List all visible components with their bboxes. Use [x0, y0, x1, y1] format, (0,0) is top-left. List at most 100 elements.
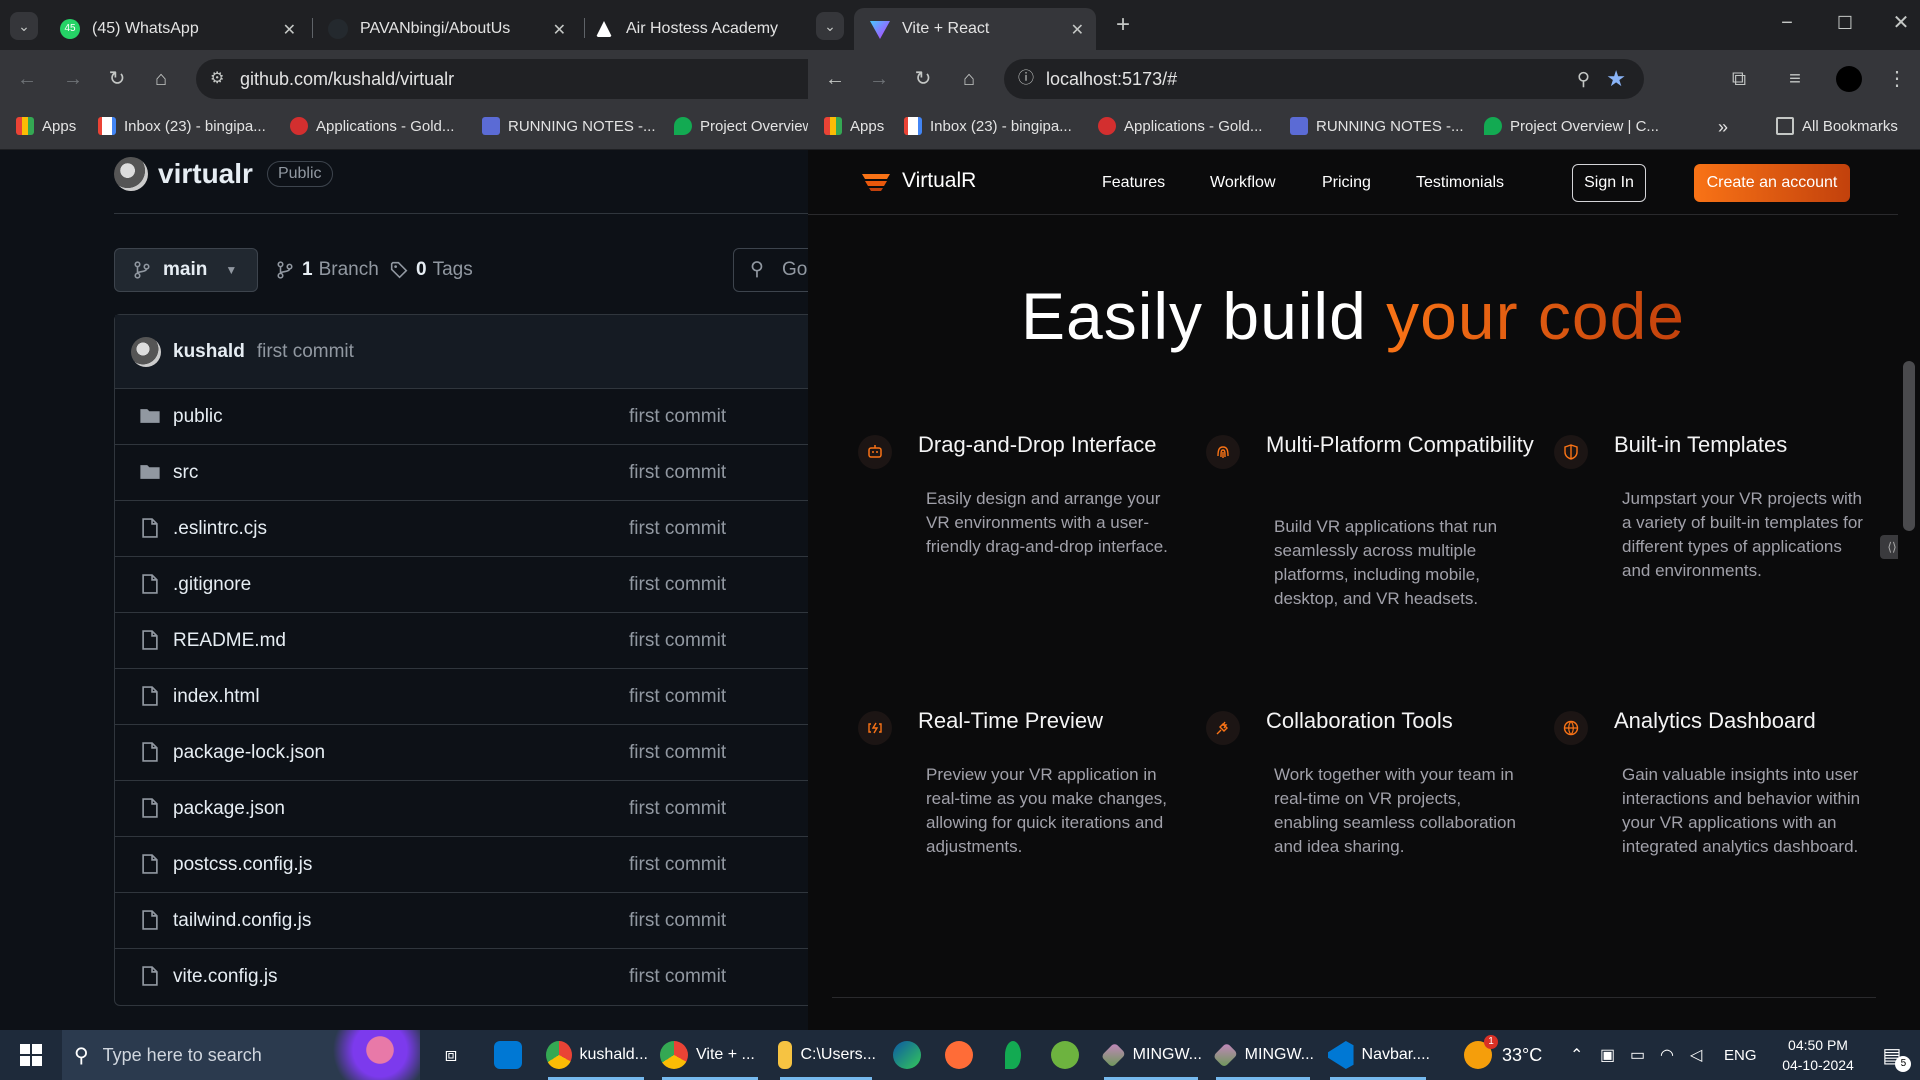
volume-icon[interactable]: ◁	[1690, 1030, 1702, 1080]
new-tab-icon[interactable]: +	[1110, 12, 1136, 38]
scrollbar-thumb[interactable]	[1903, 361, 1915, 531]
file-name[interactable]: vite.config.js	[173, 966, 278, 988]
notification-center[interactable]: ▤ 5	[1870, 1030, 1914, 1080]
file-commit-message[interactable]: first commit	[629, 854, 726, 876]
table-row[interactable]: README.md first commit	[115, 613, 808, 669]
file-commit-message[interactable]: first commit	[629, 462, 726, 484]
table-row[interactable]: package.json first commit	[115, 781, 808, 837]
file-name[interactable]: index.html	[173, 686, 260, 708]
all-bookmarks[interactable]: All Bookmarks	[1776, 117, 1898, 135]
bookmark-apps[interactable]: Apps	[824, 117, 884, 135]
bookmark-apps[interactable]: Apps	[16, 117, 76, 135]
bookmark-project-overview[interactable]: Project Overview	[674, 117, 808, 135]
close-window-icon[interactable]: ✕	[1888, 10, 1914, 36]
commit-author[interactable]: kushald	[173, 341, 245, 363]
bookmark-inbox[interactable]: Inbox (23) - bingipa...	[904, 117, 1072, 135]
bookmark-star-icon[interactable]: ★	[1606, 59, 1626, 99]
store-icon[interactable]	[492, 1030, 524, 1080]
table-row[interactable]: tailwind.config.js first commit	[115, 893, 808, 949]
table-row[interactable]: public first commit	[115, 389, 808, 445]
file-commit-message[interactable]: first commit	[629, 686, 726, 708]
page-scrollbar[interactable]	[1898, 151, 1920, 1030]
weather-widget[interactable]: 1 33°C	[1464, 1030, 1558, 1080]
file-name[interactable]: postcss.config.js	[173, 854, 312, 876]
file-name[interactable]: README.md	[173, 630, 286, 652]
tags-link[interactable]: 0 Tags	[390, 259, 473, 281]
table-row[interactable]: postcss.config.js first commit	[115, 837, 808, 893]
tab-vite-react[interactable]: Vite + React ✕	[854, 8, 1096, 50]
back-icon[interactable]: ←	[822, 66, 848, 92]
bookmark-applications[interactable]: Applications - Gold...	[1098, 117, 1262, 135]
task-view-icon[interactable]: ⧈	[436, 1030, 466, 1080]
file-commit-message[interactable]: first commit	[629, 574, 726, 596]
file-name[interactable]: src	[173, 462, 198, 484]
file-commit-message[interactable]: first commit	[629, 630, 726, 652]
bookmark-running-notes[interactable]: RUNNING NOTES -...	[482, 117, 656, 135]
show-hidden-icons-icon[interactable]: ⌃	[1570, 1030, 1583, 1080]
avatar[interactable]	[131, 336, 161, 367]
file-commit-message[interactable]: first commit	[629, 518, 726, 540]
wifi-icon[interactable]: ◠	[1660, 1030, 1674, 1080]
file-commit-message[interactable]: first commit	[629, 406, 726, 428]
file-commit-message[interactable]: first commit	[629, 798, 726, 820]
home-icon[interactable]: ⌂	[148, 66, 174, 92]
file-commit-message[interactable]: first commit	[629, 742, 726, 764]
file-name[interactable]: package.json	[173, 798, 285, 820]
reload-icon[interactable]: ↻	[104, 66, 130, 92]
extensions-icon[interactable]: ⧉	[1726, 66, 1752, 92]
meet-now-icon[interactable]: ▣	[1600, 1030, 1615, 1080]
menu-dots-icon[interactable]: ⋮	[1884, 66, 1910, 92]
bookmark-project-overview[interactable]: Project Overview | C...	[1484, 117, 1659, 135]
bookmark-applications[interactable]: Applications - Gold...	[290, 117, 454, 135]
home-icon[interactable]: ⌂	[956, 66, 982, 92]
more-bookmarks-icon[interactable]: »	[1718, 117, 1728, 138]
file-name[interactable]: package-lock.json	[173, 742, 325, 764]
create-account-button[interactable]: Create an account	[1694, 164, 1850, 202]
table-row[interactable]: .gitignore first commit	[115, 557, 808, 613]
maximize-icon[interactable]: ☐	[1832, 10, 1858, 36]
address-bar[interactable]: ⚙ github.com/kushald/virtualr	[196, 59, 808, 99]
brand[interactable]: VirtualR	[860, 169, 976, 193]
zoom-icon[interactable]: ⚲	[1577, 59, 1590, 99]
language-indicator[interactable]: ENG	[1724, 1030, 1757, 1080]
nav-pricing[interactable]: Pricing	[1322, 174, 1371, 192]
bookmark-running-notes[interactable]: RUNNING NOTES -...	[1290, 117, 1464, 135]
taskbar-app-explorer[interactable]: C:\Users...	[776, 1030, 876, 1080]
close-tab-icon[interactable]: ✕	[553, 20, 566, 40]
avatar[interactable]	[114, 157, 148, 191]
close-tab-icon[interactable]: ✕	[1071, 20, 1084, 40]
nav-testimonials[interactable]: Testimonials	[1416, 174, 1504, 192]
nav-workflow[interactable]: Workflow	[1210, 174, 1276, 192]
postman-icon[interactable]	[944, 1030, 974, 1080]
table-row[interactable]: src first commit	[115, 445, 808, 501]
file-name[interactable]: tailwind.config.js	[173, 910, 311, 932]
branches-link[interactable]: 1 Branch	[276, 259, 379, 281]
file-name[interactable]: .gitignore	[173, 574, 251, 596]
profile-avatar-icon[interactable]	[1836, 66, 1862, 92]
file-commit-message[interactable]: first commit	[629, 910, 726, 932]
address-bar[interactable]: ⓘ localhost:5173/# ⚲ ★	[1004, 59, 1644, 99]
tab-whatsapp[interactable]: 45 (45) WhatsApp ✕	[50, 8, 308, 50]
edge-icon[interactable]	[892, 1030, 922, 1080]
taskbar-app-vscode[interactable]: Navbar....	[1326, 1030, 1430, 1080]
file-commit-message[interactable]: first commit	[629, 966, 726, 988]
go-to-file-input[interactable]: ⚲ Go	[733, 248, 808, 292]
tab-search-chevron-icon[interactable]: ⌄	[10, 12, 38, 40]
forward-icon[interactable]: →	[60, 66, 86, 92]
sign-in-button[interactable]: Sign In	[1572, 164, 1646, 202]
branch-selector[interactable]: main ▼	[114, 248, 258, 292]
table-row[interactable]: package-lock.json first commit	[115, 725, 808, 781]
table-row[interactable]: .eslintrc.cjs first commit	[115, 501, 808, 557]
taskbar-app-mingw-2[interactable]: MINGW...	[1212, 1030, 1314, 1080]
site-info-icon[interactable]: ⚙	[210, 59, 224, 99]
start-button[interactable]	[14, 1030, 48, 1080]
mongodb-compass-icon[interactable]	[998, 1030, 1028, 1080]
forward-icon[interactable]: →	[866, 66, 892, 92]
back-icon[interactable]: ←	[14, 66, 40, 92]
bookmark-inbox[interactable]: Inbox (23) - bingipa...	[98, 117, 266, 135]
info-icon[interactable]: ⓘ	[1018, 59, 1034, 99]
taskbar-app-chrome-github[interactable]: kushald...	[544, 1030, 648, 1080]
battery-icon[interactable]: ▭	[1630, 1030, 1645, 1080]
table-row[interactable]: vite.config.js first commit	[115, 949, 808, 1005]
taskbar-app-chrome-vite[interactable]: Vite + ...	[658, 1030, 762, 1080]
